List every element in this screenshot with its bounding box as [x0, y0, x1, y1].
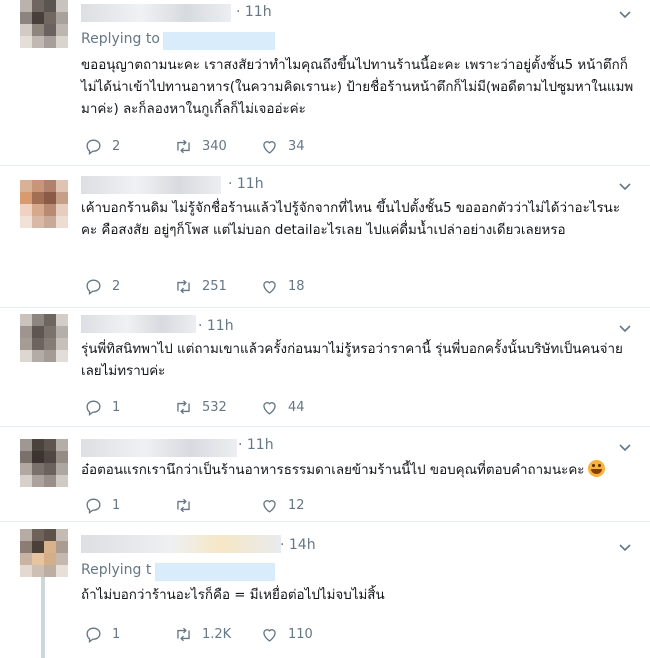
like-count: 18 [288, 278, 305, 294]
retweet-icon [177, 627, 190, 641]
retweet-count: 532 [202, 399, 227, 415]
author-name-blurred[interactable] [81, 535, 281, 553]
like-count: 110 [288, 626, 313, 642]
reply-icon [86, 278, 101, 295]
retweet-button[interactable] [174, 495, 202, 515]
avatar[interactable] [20, 439, 68, 487]
tweet-text: เค้าบอกร้านดิม ไม่รู้จักชื่อร้านแล้วไปรู… [81, 201, 621, 238]
reply-button[interactable]: 1 [84, 397, 120, 417]
author-name-blurred[interactable] [81, 176, 221, 194]
like-icon [263, 280, 276, 294]
like-button[interactable]: 12 [260, 495, 305, 515]
retweet-icon [177, 400, 190, 414]
like-button[interactable]: 44 [260, 397, 305, 417]
tweet-text: อ๋อตอนแรกเรานึกว่าเป็นร้านอาหารธรรมดาเลย… [81, 460, 636, 482]
avatar[interactable] [20, 314, 68, 362]
reply-tweet-4[interactable]: · 11h อ๋อตอนแรกเรานึกว่าเป็นร้านอาหารธรร… [0, 427, 650, 522]
tweet-text-content: อ๋อตอนแรกเรานึกว่าเป็นร้านอาหารธรรมดาเลย… [81, 463, 585, 478]
retweet-count: 1.2K [202, 626, 232, 642]
reply-count: 1 [112, 399, 121, 415]
retweet-count: 340 [202, 138, 227, 154]
reply-tweet-2[interactable]: · 11h เค้าบอกร้านดิม ไม่รู้จักชื่อร้านแล… [0, 166, 650, 308]
retweet-icon [177, 279, 190, 293]
like-button[interactable]: 34 [260, 136, 305, 156]
reply-count: 2 [112, 278, 121, 294]
tweet-time[interactable]: · 11h [228, 176, 264, 192]
smile-emoji-icon [587, 460, 605, 477]
reply-button[interactable]: 2 [84, 136, 120, 156]
reply-tweet-5[interactable]: · 14h Replying t ถ้าไม่บอกว่าร้านอะไรก็ค… [0, 522, 650, 658]
retweet-count: 251 [202, 278, 227, 294]
reply-tweet-3[interactable]: · 11h รุ่นพี่ทิสนิทพาไป แต่ถามเขาแล้วครั… [0, 308, 650, 427]
reply-count: 1 [112, 626, 121, 642]
author-name-blurred[interactable] [81, 439, 237, 457]
retweet-button[interactable]: 532 [174, 397, 227, 417]
caret-down-icon[interactable] [618, 322, 632, 336]
retweet-button[interactable]: 340 [174, 136, 227, 156]
avatar[interactable] [20, 0, 68, 48]
tweet-time[interactable]: · 11h [238, 437, 274, 453]
like-count: 12 [288, 497, 305, 513]
replying-to-handle-blurred[interactable] [163, 32, 275, 50]
reply-button[interactable]: 1 [84, 495, 120, 515]
caret-down-icon[interactable] [618, 8, 632, 22]
tweet-text: ขออนุญาตถามนะคะ เราสงสัยว่าทำไมคุณถึงขึ้… [81, 58, 634, 117]
retweet-icon [177, 139, 190, 153]
reply-feed: · 11h Replying to ขออนุญาตถามนะคะ เราสงส… [0, 0, 650, 658]
author-name-blurred[interactable] [81, 4, 231, 22]
reply-count: 2 [112, 138, 121, 154]
reply-count: 1 [112, 497, 121, 513]
like-icon [263, 499, 276, 513]
reply-icon [86, 626, 101, 643]
tweet-time[interactable]: · 11h [236, 4, 272, 20]
like-icon [263, 140, 276, 154]
like-icon [263, 628, 276, 642]
retweet-icon [177, 498, 190, 512]
tweet-text: ถ้าไม่บอกว่าร้านอะไรก็คือ = มีเหยื่อต่อไ… [81, 588, 385, 603]
retweet-button[interactable]: 1.2K [174, 624, 231, 644]
reply-button[interactable]: 1 [84, 624, 120, 644]
tweet-time[interactable]: · 11h [198, 318, 234, 334]
caret-down-icon[interactable] [618, 541, 632, 555]
tweet-time[interactable]: · 14h [280, 537, 316, 553]
tweet-text: รุ่นพี่ทิสนิทพาไป แต่ถามเขาแล้วครั้งก่อน… [81, 342, 623, 379]
reply-button[interactable]: 2 [84, 276, 120, 296]
replying-to-handle-blurred[interactable] [155, 563, 275, 581]
caret-down-icon[interactable] [618, 180, 632, 194]
like-count: 34 [288, 138, 305, 154]
caret-down-icon[interactable] [618, 441, 632, 455]
thread-connector-line [41, 577, 45, 658]
replying-to-label: Replying to [81, 31, 160, 47]
avatar[interactable] [20, 529, 68, 577]
like-count: 44 [288, 399, 305, 415]
like-icon [263, 401, 276, 415]
like-button[interactable]: 110 [260, 624, 313, 644]
retweet-button[interactable]: 251 [174, 276, 227, 296]
like-button[interactable]: 18 [260, 276, 305, 296]
avatar[interactable] [20, 180, 68, 228]
reply-icon [86, 497, 101, 514]
reply-tweet-1[interactable]: · 11h Replying to ขออนุญาตถามนะคะ เราสงส… [0, 0, 650, 166]
author-name-blurred[interactable] [81, 315, 196, 333]
replying-to-label: Replying t [81, 562, 152, 578]
reply-icon [86, 399, 101, 416]
reply-icon [86, 138, 101, 155]
